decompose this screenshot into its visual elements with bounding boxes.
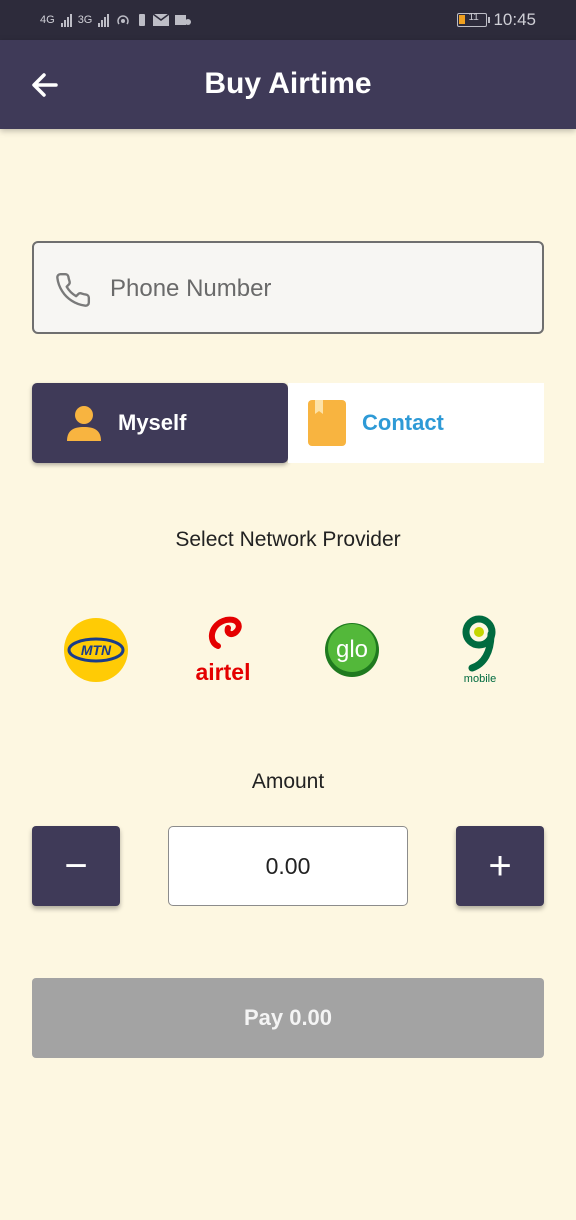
glo-logo-text: glo xyxy=(336,636,368,663)
mtn-logo-text: MTN xyxy=(81,642,112,658)
myself-label: Myself xyxy=(118,410,187,435)
network-type-2: 3G xyxy=(77,14,93,26)
battery-icon: 11 xyxy=(457,12,491,27)
hotspot-icon xyxy=(117,15,130,25)
amount-label: Amount xyxy=(251,770,325,793)
clock: 10:45 xyxy=(493,10,536,29)
page-title: Buy Airtime xyxy=(204,67,372,100)
airtel-logo-text: airtel xyxy=(196,659,251,685)
signal-icon xyxy=(98,13,110,27)
9mobile-logo-text: mobile xyxy=(464,673,496,685)
pay-button[interactable]: Pay 0.00 xyxy=(32,978,544,1058)
phone-icon xyxy=(56,272,91,307)
mtn-logo[interactable]: MTN xyxy=(54,612,138,688)
amount-input[interactable]: 0.00 xyxy=(168,826,408,906)
phone-number-field[interactable] xyxy=(32,241,544,334)
mail-icon xyxy=(153,14,170,26)
vibrate-icon xyxy=(139,14,146,26)
glo-logo[interactable]: glo xyxy=(310,612,394,688)
person-icon xyxy=(67,406,101,441)
notification-icon xyxy=(175,15,192,25)
contact-button[interactable]: Contact xyxy=(288,383,544,463)
battery-level: 11 xyxy=(468,12,479,23)
app-bar: Buy Airtime xyxy=(0,40,576,129)
network-type-1: 4G xyxy=(40,14,55,26)
myself-button[interactable]: Myself xyxy=(32,383,288,463)
contact-book-icon xyxy=(308,400,346,446)
contact-label: Contact xyxy=(362,410,444,435)
status-right: 11 10:45 xyxy=(457,10,536,30)
select-provider-label: Select Network Provider xyxy=(175,528,401,551)
decrement-button[interactable]: − xyxy=(32,826,120,906)
signal-icon xyxy=(60,13,72,27)
increment-button[interactable]: + xyxy=(456,826,544,906)
status-indicators: 4G 3G xyxy=(40,13,192,27)
phone-number-input[interactable] xyxy=(110,263,530,315)
9mobile-logo[interactable]: mobile xyxy=(438,612,522,688)
airtel-logo[interactable]: airtel xyxy=(182,612,266,688)
status-bar: 4G 3G 11 10:45 xyxy=(0,0,576,40)
